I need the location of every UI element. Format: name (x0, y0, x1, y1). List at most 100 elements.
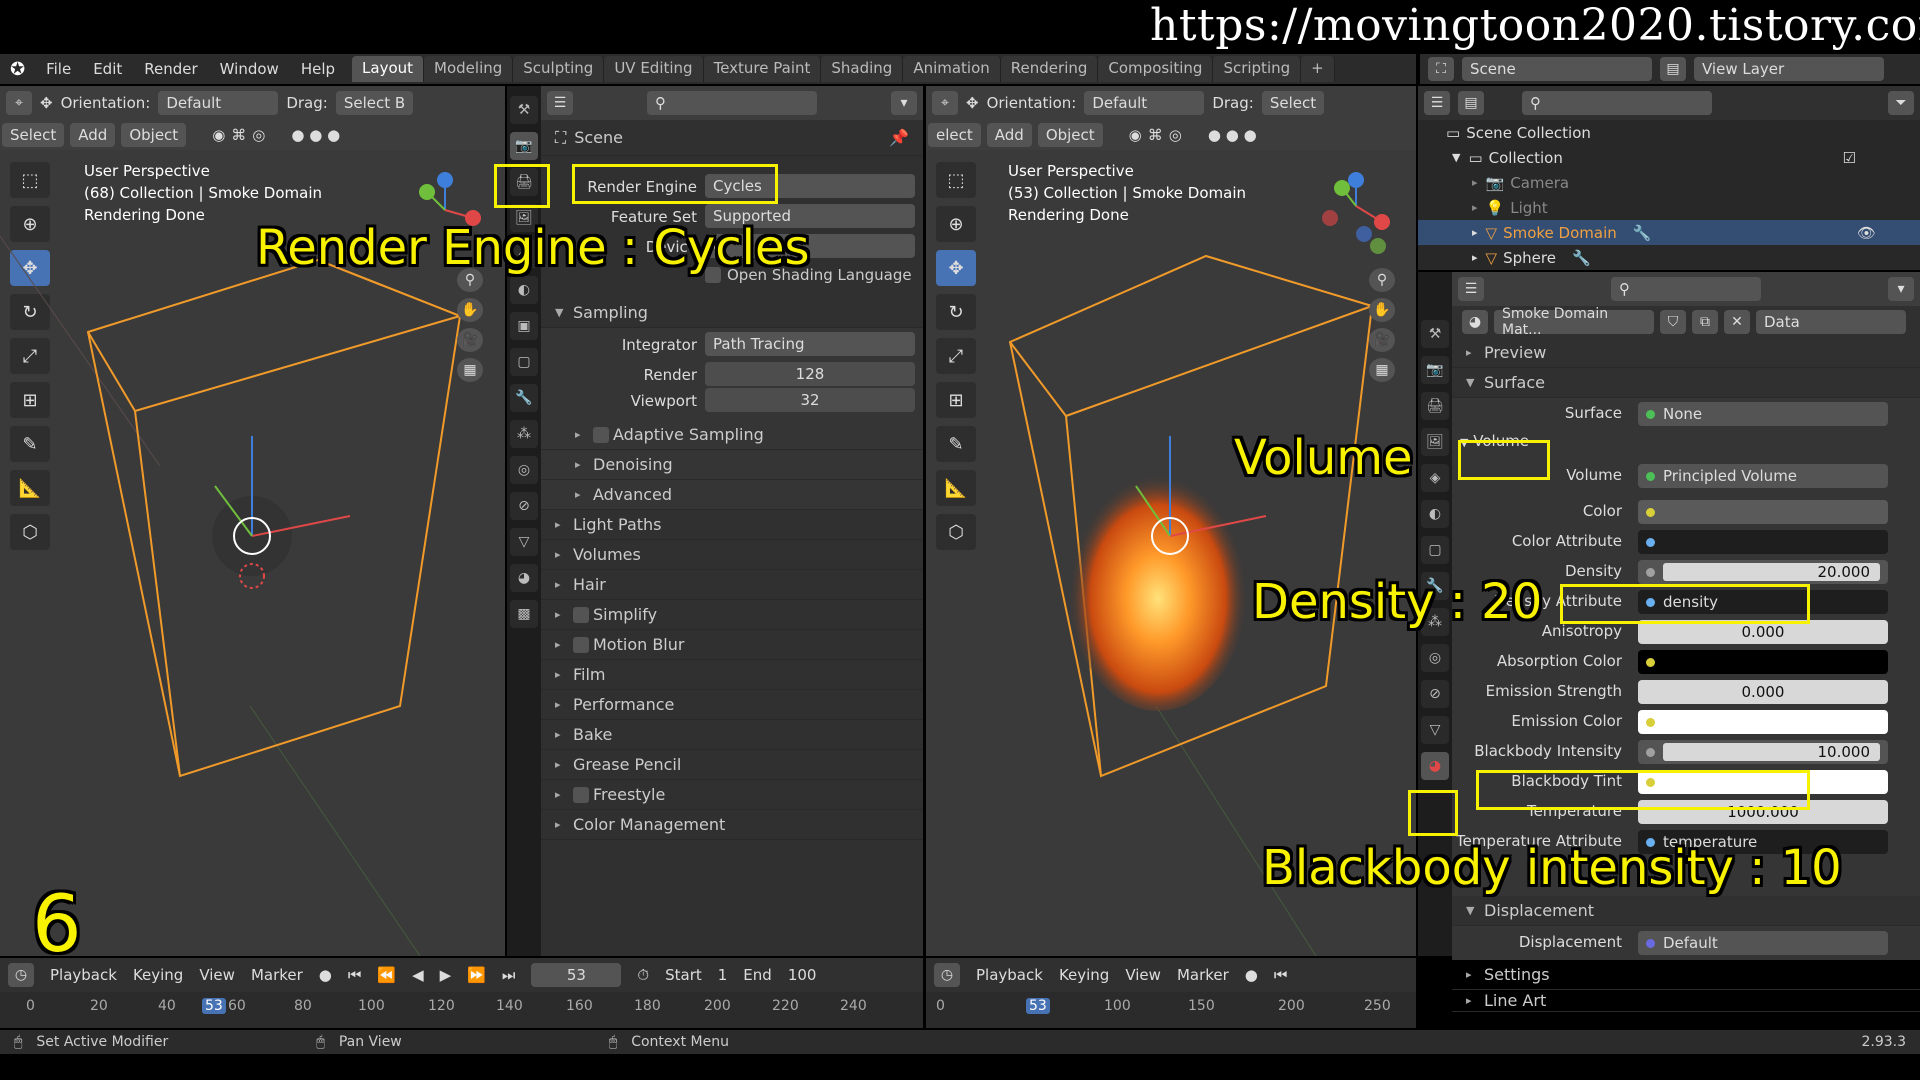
next-keyframe-icon[interactable]: ⏩ (467, 966, 486, 984)
physics-properties-icon[interactable]: ◎ (510, 456, 538, 484)
panel-grease-pencil[interactable]: ▸ Grease Pencil (541, 750, 923, 780)
current-frame-field[interactable]: 53 (531, 963, 622, 987)
menu-file[interactable]: File (35, 60, 82, 78)
view-layer-field[interactable]: View Layer (1694, 57, 1884, 81)
panel-bake[interactable]: ▸ Bake (541, 720, 923, 750)
timeline-editor-icon[interactable]: ◷ (8, 963, 34, 987)
menu-object[interactable]: Object (1037, 123, 1103, 147)
line-art-panel-header[interactable]: ▸ Line Art (1452, 990, 1920, 1012)
tab-sculpting[interactable]: Sculpting (513, 56, 605, 82)
jump-start-icon[interactable]: ⏮ (1274, 966, 1288, 984)
overlay-icon[interactable]: ◎ (1169, 126, 1182, 144)
drag-dropdown[interactable]: Select B (335, 91, 414, 115)
material-name-field[interactable]: Smoke Domain Mat... (1494, 306, 1654, 338)
menu-edit[interactable]: Edit (82, 60, 133, 78)
transform-icon[interactable]: ✥ (40, 94, 53, 112)
navigation-gizmo[interactable] (1316, 166, 1396, 266)
render-samples-field[interactable]: 128 (705, 362, 915, 386)
editor-type-icon[interactable]: ⌖ (6, 91, 32, 115)
current-frame-marker[interactable]: 53 (1026, 998, 1050, 1014)
visibility-icon[interactable]: ◉ (1129, 126, 1142, 144)
color-attribute-field[interactable] (1638, 530, 1888, 554)
tab-scripting[interactable]: Scripting (1213, 56, 1302, 82)
marker-menu[interactable]: Marker (251, 966, 303, 984)
add-workspace-button[interactable]: + (1301, 56, 1335, 82)
start-value[interactable]: 1 (718, 966, 728, 984)
outliner-search-input[interactable]: ⚲ (1522, 91, 1712, 115)
panel-volumes[interactable]: ▸ Volumes (541, 540, 923, 570)
visibility-icon[interactable]: ◉ (212, 126, 225, 144)
grid-view-icon[interactable]: ▦ (1369, 358, 1395, 382)
record-icon[interactable]: ● (1245, 966, 1258, 984)
visibility-eye-icon[interactable]: 👁 (1857, 224, 1876, 242)
scene-field[interactable]: Scene (1462, 57, 1652, 81)
menu-select[interactable]: Select (2, 123, 65, 147)
playback-menu[interactable]: Playback (976, 966, 1043, 984)
freestyle-checkbox[interactable] (573, 786, 589, 803)
motion-blur-checkbox[interactable] (573, 636, 589, 653)
transform-icon[interactable]: ✥ (966, 94, 979, 112)
orientation-dropdown[interactable]: Default (1084, 91, 1205, 115)
keying-menu[interactable]: Keying (133, 966, 183, 984)
data-properties-icon[interactable]: ▽ (1421, 716, 1449, 744)
collection-properties-icon[interactable]: ▣ (510, 312, 538, 340)
outliner-item-sphere[interactable]: ▸ ▽ Sphere 🔧 (1418, 245, 1920, 270)
advanced-row[interactable]: ▸ Advanced (541, 480, 923, 510)
menu-add[interactable]: Add (70, 123, 116, 147)
tab-texture-paint[interactable]: Texture Paint (703, 56, 822, 82)
scene-icon[interactable]: ⛶ (1428, 57, 1454, 81)
editor-type-icon[interactable]: ⌖ (932, 91, 958, 115)
collection-checkbox-icon[interactable]: ☑ (1843, 149, 1856, 167)
stopwatch-icon[interactable]: ⏱ (637, 966, 649, 984)
preview-panel-header[interactable]: ▸ Preview (1452, 338, 1920, 368)
grid-view-icon[interactable]: ▦ (457, 358, 483, 382)
zoom-icon[interactable]: ⚲ (1369, 268, 1395, 292)
viewport-samples-field[interactable]: 32 (705, 388, 915, 412)
timeline-left-ruler[interactable]: 0 20 40 53 60 80 100 120 140 160 180 200… (0, 992, 923, 1028)
unlink-material-icon[interactable]: ✕ (1724, 310, 1750, 334)
settings-panel-header[interactable]: ▸ Settings (1452, 960, 1920, 990)
orientation-dropdown[interactable]: Default (158, 91, 279, 115)
render-properties-icon[interactable]: 📷 (510, 132, 538, 160)
density-field[interactable]: 20.000 (1638, 560, 1888, 584)
panel-motion-blur[interactable]: ▸ Motion Blur (541, 630, 923, 660)
pan-hand-icon[interactable]: ✋ (457, 298, 483, 322)
panel-light-paths[interactable]: ▸ Light Paths (541, 510, 923, 540)
pan-hand-icon[interactable]: ✋ (1369, 298, 1395, 322)
timeline-editor-icon[interactable]: ◷ (934, 963, 960, 987)
menu-select[interactable]: elect (928, 123, 981, 147)
constraint-properties-icon[interactable]: ⊘ (510, 492, 538, 520)
panel-simplify[interactable]: ▸ Simplify (541, 600, 923, 630)
denoising-row[interactable]: ▸ Denoising (541, 450, 923, 480)
viewport-right[interactable]: ⌖ ✥ Orientation: Default Drag: Select el… (926, 86, 1416, 956)
tab-compositing[interactable]: Compositing (1098, 56, 1214, 82)
texture-properties-icon[interactable]: ▩ (510, 600, 538, 628)
viewport-left[interactable]: ⌖ ✥ Orientation: Default Drag: Select B … (0, 86, 505, 956)
view-menu[interactable]: View (1125, 966, 1161, 984)
props-search-input[interactable]: ⚲ (647, 91, 817, 115)
end-value[interactable]: 100 (788, 966, 817, 984)
prev-keyframe-icon[interactable]: ⏪ (377, 966, 396, 984)
outliner-scene-collection[interactable]: ▭ Scene Collection (1418, 120, 1920, 145)
tab-shading[interactable]: Shading (821, 56, 904, 82)
tab-layout[interactable]: Layout (352, 56, 425, 82)
physics-properties-icon[interactable]: ◎ (1421, 644, 1449, 672)
record-icon[interactable]: ● (319, 966, 332, 984)
outliner-item-light[interactable]: ▸ 💡 Light (1418, 195, 1920, 220)
gizmo-icon[interactable]: ⌘ (1148, 126, 1163, 144)
material-properties-icon[interactable]: ◕ (1421, 752, 1449, 780)
scene-properties-icon[interactable]: ◈ (1421, 464, 1449, 492)
tool-settings-icon[interactable]: ⚒ (510, 96, 538, 124)
surface-shader-field[interactable]: None (1638, 402, 1888, 426)
marker-menu[interactable]: Marker (1177, 966, 1229, 984)
adaptive-checkbox[interactable] (593, 426, 609, 443)
material-properties-icon[interactable]: ◕ (510, 564, 538, 592)
panel-performance[interactable]: ▸ Performance (541, 690, 923, 720)
adaptive-sampling-row[interactable]: ▸ Adaptive Sampling (541, 420, 923, 450)
world-properties-icon[interactable]: ◐ (510, 276, 538, 304)
object-properties-icon[interactable]: ▢ (510, 348, 538, 376)
output-properties-icon[interactable]: 🖨 (1421, 392, 1449, 420)
data-properties-icon[interactable]: ▽ (510, 528, 538, 556)
panel-hair[interactable]: ▸ Hair (541, 570, 923, 600)
tab-modeling[interactable]: Modeling (424, 56, 514, 82)
